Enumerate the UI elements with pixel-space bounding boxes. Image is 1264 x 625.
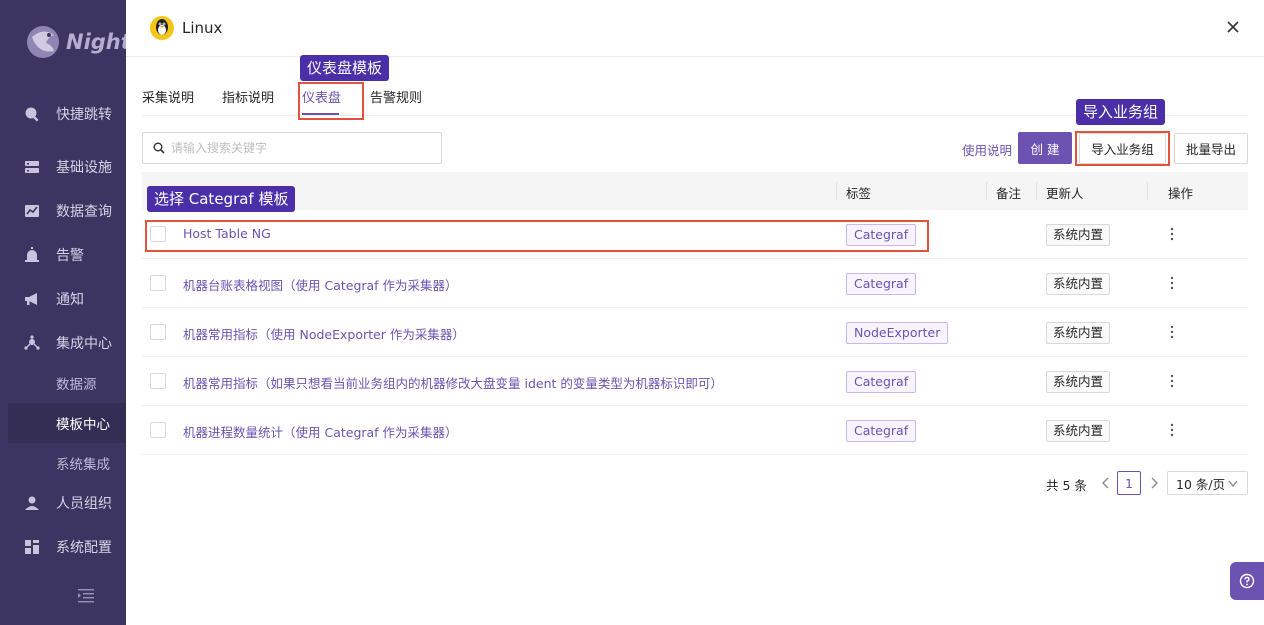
tab-collection-guide[interactable]: 采集说明 bbox=[142, 87, 194, 106]
column-separator bbox=[1036, 182, 1037, 200]
sidebar-item-label: 系统配置 bbox=[56, 540, 112, 556]
create-button[interactable]: 创 建 bbox=[1018, 132, 1072, 164]
updated-by-badge: 系统内置 bbox=[1046, 224, 1111, 246]
column-separator bbox=[836, 182, 837, 200]
search-icon bbox=[24, 106, 40, 122]
megaphone-icon bbox=[24, 291, 40, 307]
more-actions-icon[interactable] bbox=[1168, 420, 1176, 440]
row-checkbox[interactable] bbox=[150, 373, 166, 389]
sidebar-item-label: 数据源 bbox=[56, 377, 97, 393]
sidebar-item-label: 基础设施 bbox=[56, 160, 112, 176]
sidebar-item-alarm[interactable]: 告警 bbox=[0, 235, 126, 275]
sidebar-item-label: 告警 bbox=[56, 248, 84, 264]
sidebar-item-integration-center[interactable]: 集成中心 bbox=[0, 323, 126, 363]
column-separator bbox=[986, 182, 987, 200]
table-row[interactable]: 机器进程数量统计（使用 Categraf 作为采集器） Categraf 系统内… bbox=[142, 406, 1248, 455]
sidebar-item-label: 模板中心 bbox=[56, 417, 110, 433]
chevron-left-icon[interactable] bbox=[1100, 476, 1112, 490]
more-actions-icon[interactable] bbox=[1168, 371, 1176, 391]
updated-by-badge: 系统内置 bbox=[1046, 371, 1111, 393]
settings-grid-icon bbox=[24, 539, 40, 555]
sidebar-item-label: 通知 bbox=[56, 292, 84, 308]
close-icon[interactable] bbox=[1224, 18, 1242, 36]
search-icon bbox=[153, 142, 165, 154]
table-header: 标签 备注 更新人 操作 bbox=[142, 172, 1248, 210]
logo[interactable]: Nighting bbox=[24, 22, 126, 62]
page-size-select[interactable]: 10 条/页 bbox=[1167, 471, 1248, 495]
chevron-right-icon[interactable] bbox=[1148, 476, 1160, 490]
row-checkbox[interactable] bbox=[150, 422, 166, 438]
page-size-value: 10 条/页 bbox=[1176, 476, 1226, 492]
column-header-note: 备注 bbox=[996, 186, 1022, 201]
tab-metrics-guide[interactable]: 指标说明 bbox=[222, 87, 274, 106]
column-header-updated-by: 更新人 bbox=[1046, 186, 1084, 201]
collapse-menu-icon[interactable] bbox=[78, 589, 94, 603]
column-separator bbox=[1147, 182, 1148, 200]
more-actions-icon[interactable] bbox=[1168, 273, 1176, 293]
column-header-actions: 操作 bbox=[1168, 186, 1194, 201]
highlight-import-button bbox=[1075, 131, 1170, 166]
sidebar: Nighting 快捷跳转 基础设施 数据查询 告警 通知 集成中心 bbox=[0, 0, 126, 625]
search-input[interactable] bbox=[171, 141, 441, 155]
server-icon bbox=[24, 159, 40, 175]
tag-badge: NodeExporter bbox=[846, 322, 949, 344]
tag-badge: Categraf bbox=[846, 273, 917, 295]
callout-import-group: 导入业务组 bbox=[1076, 99, 1166, 125]
tab-alert-rules[interactable]: 告警规则 bbox=[370, 87, 422, 106]
table-row[interactable]: 机器台账表格视图（使用 Categraf 作为采集器） Categraf 系统内… bbox=[142, 259, 1248, 308]
chevron-down-icon bbox=[1228, 480, 1238, 488]
more-actions-icon[interactable] bbox=[1168, 224, 1176, 244]
callout-select-categraf: 选择 Categraf 模板 bbox=[147, 186, 296, 212]
sidebar-item-label: 集成中心 bbox=[56, 336, 112, 352]
nightingale-logo-icon bbox=[27, 26, 59, 58]
sidebar-item-template-center[interactable]: 模板中心 bbox=[8, 403, 126, 443]
dashboard-name-link[interactable]: 机器常用指标（使用 NodeExporter 作为采集器） bbox=[183, 324, 465, 343]
question-icon bbox=[1239, 573, 1255, 589]
drawer-title: Linux bbox=[182, 19, 223, 37]
sidebar-item-notify[interactable]: 通知 bbox=[0, 279, 126, 319]
table-row[interactable]: 机器常用指标（使用 NodeExporter 作为采集器） NodeExport… bbox=[142, 308, 1248, 357]
callout-dashboard-template: 仪表盘模板 bbox=[300, 55, 390, 81]
pagination-current-page[interactable]: 1 bbox=[1117, 471, 1141, 495]
linux-penguin-icon bbox=[150, 16, 174, 40]
template-drawer: Linux 采集说明 指标说明 仪表盘 告警规则 仪表盘模板 使用说明 创 建 … bbox=[126, 0, 1264, 625]
sidebar-item-label: 系统集成 bbox=[56, 457, 110, 473]
chart-icon bbox=[24, 203, 40, 219]
row-checkbox[interactable] bbox=[150, 275, 166, 291]
dashboard-name-link[interactable]: 机器常用指标（如果只想看当前业务组内的机器修改大盘变量 ident 的变量类型为… bbox=[183, 373, 723, 392]
search-box[interactable] bbox=[142, 132, 442, 164]
column-header-tags: 标签 bbox=[846, 186, 872, 201]
sidebar-item-label: 人员组织 bbox=[56, 496, 112, 512]
updated-by-badge: 系统内置 bbox=[1046, 420, 1111, 442]
sidebar-item-infrastructure[interactable]: 基础设施 bbox=[0, 147, 126, 187]
batch-export-button[interactable]: 批量导出 bbox=[1174, 133, 1248, 164]
highlight-dashboard-tab bbox=[298, 82, 364, 120]
sidebar-item-label: 快捷跳转 bbox=[56, 107, 112, 123]
sidebar-item-label: 数据查询 bbox=[56, 204, 112, 220]
sidebar-item-data-query[interactable]: 数据查询 bbox=[0, 191, 126, 231]
help-button[interactable] bbox=[1230, 562, 1264, 600]
tag-badge: Categraf bbox=[846, 371, 917, 393]
usage-guide-link[interactable]: 使用说明 bbox=[962, 140, 1012, 159]
updated-by-badge: 系统内置 bbox=[1046, 322, 1111, 344]
integration-icon bbox=[24, 335, 40, 351]
alarm-icon bbox=[24, 247, 40, 263]
dashboard-name-link[interactable]: 机器台账表格视图（使用 Categraf 作为采集器） bbox=[183, 275, 458, 294]
drawer-header: Linux bbox=[126, 0, 1264, 57]
tag-badge: Categraf bbox=[846, 420, 917, 442]
highlight-host-table-row bbox=[145, 220, 929, 252]
more-actions-icon[interactable] bbox=[1168, 322, 1176, 342]
logo-text: Nighting bbox=[66, 30, 126, 54]
user-icon bbox=[24, 495, 40, 511]
sidebar-item-personnel[interactable]: 人员组织 bbox=[0, 483, 126, 523]
sidebar-item-system-config[interactable]: 系统配置 bbox=[0, 527, 126, 567]
dashboard-name-link[interactable]: 机器进程数量统计（使用 Categraf 作为采集器） bbox=[183, 422, 458, 441]
sidebar-item-quick-jump[interactable]: 快捷跳转 bbox=[0, 94, 126, 134]
sidebar-item-system-integration[interactable]: 系统集成 bbox=[0, 443, 126, 483]
sidebar-item-datasource[interactable]: 数据源 bbox=[0, 363, 126, 403]
row-checkbox[interactable] bbox=[150, 324, 166, 340]
pagination-total: 共 5 条 bbox=[1046, 478, 1087, 493]
updated-by-badge: 系统内置 bbox=[1046, 273, 1111, 295]
table-row[interactable]: 机器常用指标（如果只想看当前业务组内的机器修改大盘变量 ident 的变量类型为… bbox=[142, 357, 1248, 406]
